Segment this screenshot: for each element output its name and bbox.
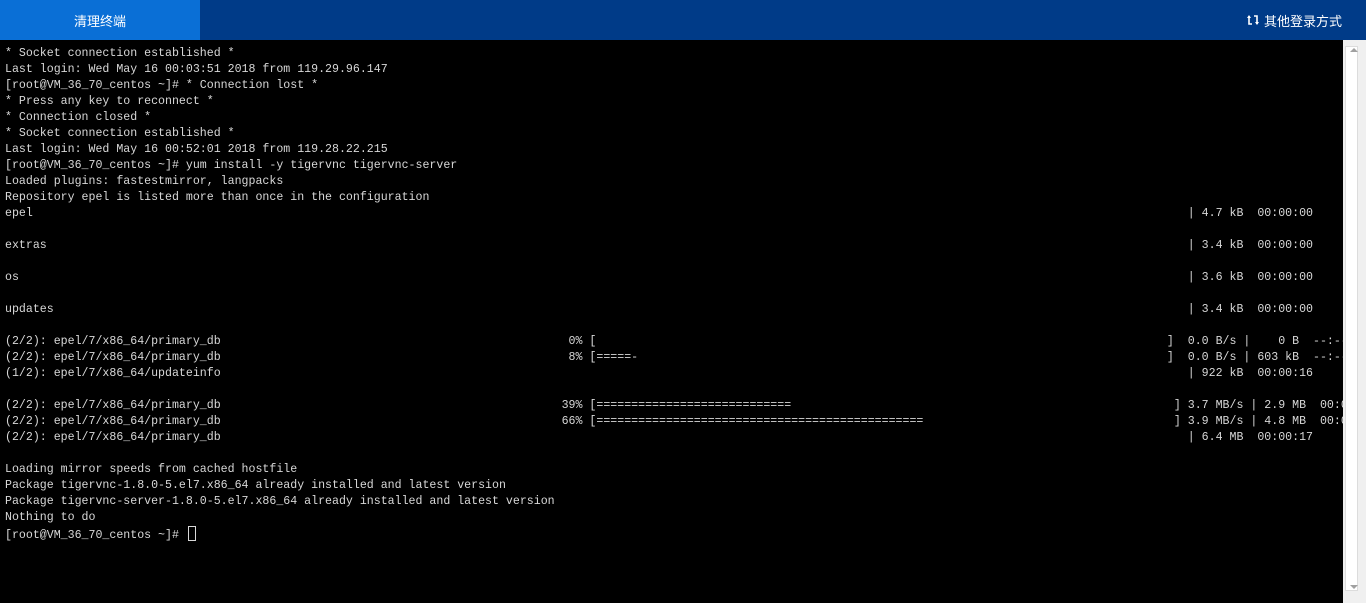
top-bar: 清理终端 其他登录方式	[0, 0, 1366, 40]
terminal-line: (2/2): epel/7/x86_64/primary_db 39% [===…	[5, 399, 1343, 412]
terminal-line: * Socket connection established *	[5, 47, 235, 60]
terminal-line: extras | 3.4 kB 00:00:00	[5, 239, 1313, 252]
terminal-line: (2/2): epel/7/x86_64/primary_db | 6.4 MB…	[5, 431, 1313, 444]
refresh-icon	[1246, 13, 1260, 27]
terminal-lines: * Socket connection established * Last lo…	[5, 46, 1343, 542]
terminal-line: Nothing to do	[5, 511, 96, 524]
terminal-line: [root@VM_36_70_centos ~]# yum install -y…	[5, 159, 458, 172]
terminal-line: Last login: Wed May 16 00:52:01 2018 fro…	[5, 143, 388, 156]
terminal-line: Package tigervnc-server-1.8.0-5.el7.x86_…	[5, 495, 555, 508]
terminal-line: Repository epel is listed more than once…	[5, 191, 430, 204]
terminal-line: [root@VM_36_70_centos ~]# * Connection l…	[5, 79, 319, 92]
terminal-line: * Socket connection established *	[5, 127, 235, 140]
scroll-track[interactable]	[1345, 46, 1358, 591]
terminal-line: (2/2): epel/7/x86_64/primary_db 66% [===…	[5, 415, 1343, 428]
scroll-down-icon[interactable]	[1350, 585, 1358, 589]
terminal-prompt-line[interactable]: [root@VM_36_70_centos ~]#	[5, 526, 1343, 542]
terminal-output[interactable]: * Socket connection established * Last lo…	[0, 40, 1343, 603]
terminal-line: epel | 4.7 kB 00:00:00	[5, 207, 1313, 220]
terminal-line: Loading mirror speeds from cached hostfi…	[5, 463, 298, 476]
terminal-scrollbar[interactable]	[1343, 40, 1366, 603]
terminal-line: updates | 3.4 kB 00:00:00	[5, 303, 1313, 316]
terminal-prompt: [root@VM_36_70_centos ~]#	[5, 529, 186, 542]
terminal-line: (2/2): epel/7/x86_64/primary_db 8% [====…	[5, 351, 1343, 364]
other-login-button[interactable]: 其他登录方式	[1246, 0, 1342, 40]
scroll-up-icon[interactable]	[1350, 48, 1358, 52]
terminal-line: * Connection closed *	[5, 111, 152, 124]
other-login-label: 其他登录方式	[1263, 13, 1342, 29]
terminal-cursor	[187, 526, 196, 541]
terminal-line: * Press any key to reconnect *	[5, 95, 214, 108]
terminal-line: Package tigervnc-1.8.0-5.el7.x86_64 alre…	[5, 479, 506, 492]
clear-terminal-label: 清理终端	[73, 13, 126, 29]
terminal-line: (1/2): epel/7/x86_64/updateinfo | 922 kB…	[5, 367, 1313, 380]
terminal-line: Loaded plugins: fastestmirror, langpacks	[5, 175, 284, 188]
terminal-line: Last login: Wed May 16 00:03:51 2018 fro…	[5, 63, 388, 76]
terminal-line: (2/2): epel/7/x86_64/primary_db 0% [ ] 0…	[5, 335, 1343, 348]
terminal-line: os | 3.6 kB 00:00:00	[5, 271, 1313, 284]
clear-terminal-tab[interactable]: 清理终端	[0, 0, 200, 40]
